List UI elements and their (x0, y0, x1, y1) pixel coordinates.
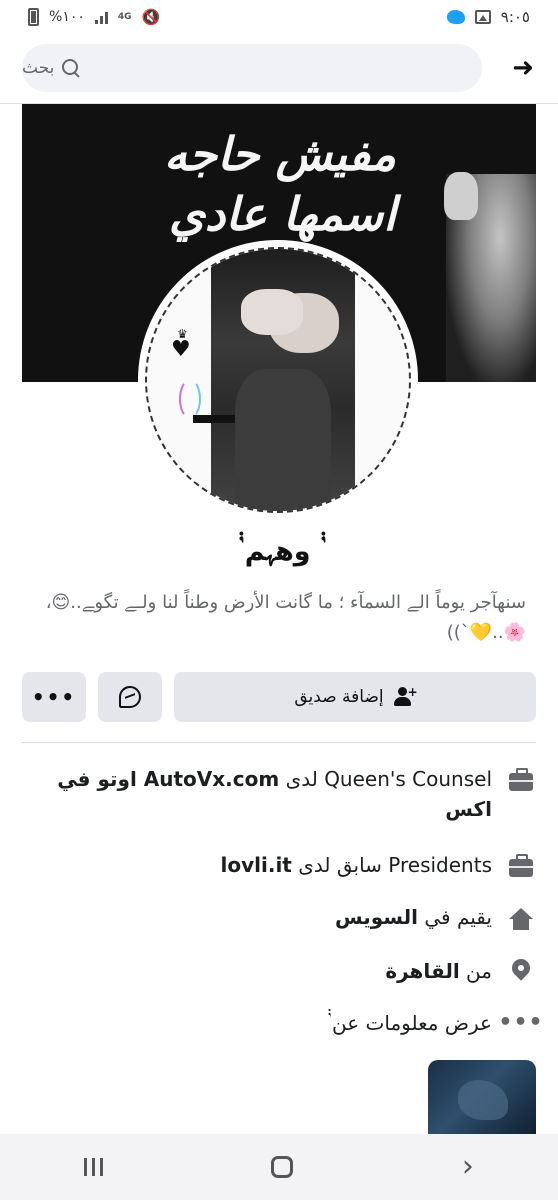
see-about-label: عرض معلومات عن ٰٰ۬۬ (327, 1011, 492, 1035)
info-prefix: يقيم في (418, 905, 492, 929)
status-time: ٩:٠٥ (500, 8, 530, 26)
briefcase-icon (506, 850, 536, 880)
mute-icon: 🔇 (141, 8, 161, 26)
messenger-icon (119, 686, 141, 708)
divider (22, 742, 536, 743)
avatar-hand (241, 289, 303, 335)
recent-apps-icon[interactable] (84, 1158, 104, 1176)
photo-thumbnail[interactable] (428, 1060, 536, 1136)
cover-hand-image (444, 172, 478, 220)
see-about-info-link[interactable]: عرض معلومات عن ٰٰ۬۬ (327, 1008, 492, 1038)
profile-actions: ••• + إضافة صديق (22, 672, 536, 722)
info-text: يقيم في السويس (335, 902, 492, 932)
workplace-link[interactable]: lovli.it (221, 853, 292, 877)
home-icon (506, 902, 536, 932)
system-navigation-bar: › (0, 1134, 558, 1200)
hometown-link[interactable]: القاهرة (385, 959, 459, 983)
info-prefix: من (459, 959, 492, 983)
battery-level: %١٠٠ (49, 9, 85, 25)
info-item-lives-in: يقيم في السويس (22, 902, 536, 932)
home-button-icon[interactable] (271, 1156, 294, 1178)
info-item-from: من القاهرة (22, 956, 536, 986)
back-chevron-icon[interactable]: › (462, 1152, 474, 1182)
info-item-see-about[interactable]: ••• عرض معلومات عن ٰٰ۬۬ (22, 1008, 544, 1038)
profile-bio: سنهآجر يوماً الے السمآء ؛ ما گانت الأرض … (45, 592, 526, 643)
info-item-work-2: Presidents سابق لدى lovli.it (22, 850, 536, 880)
top-bar: بحث ➜ (0, 34, 558, 104)
search-icon (62, 59, 80, 77)
cover-caption-line1: مفيش حاجه (164, 127, 396, 181)
more-dots-icon: ••• (498, 1010, 544, 1035)
status-bar: %١٠٠ 4G 🔇 ٩:٠٥ (0, 0, 558, 34)
status-right: ٩:٠٥ (446, 8, 530, 26)
battery-icon (28, 8, 39, 26)
signal-icon (94, 10, 108, 24)
cover-caption-line2: اسمها عادي (168, 187, 396, 241)
add-friend-label: إضافة صديق (294, 687, 384, 707)
network-type: 4G (117, 11, 132, 22)
more-options-button[interactable]: ••• (22, 672, 86, 722)
profile-picture-frame[interactable]: ♛ ♥ (138, 240, 418, 520)
gallery-notification-icon (474, 10, 491, 24)
redaction-bar (193, 415, 235, 423)
back-arrow-icon[interactable]: ➜ (512, 55, 534, 81)
twitter-notification-icon (446, 10, 465, 24)
info-text: Presidents سابق لدى lovli.it (221, 850, 493, 880)
avatar-hoodie (235, 369, 331, 511)
location-pin-icon (506, 956, 536, 986)
profile-picture[interactable]: ♛ ♥ (145, 247, 411, 513)
add-friend-button[interactable]: + إضافة صديق (174, 672, 536, 722)
add-friend-icon: + (393, 685, 418, 707)
search-input[interactable]: بحث (22, 44, 482, 92)
messenger-button[interactable] (98, 672, 162, 722)
heart-icon: ♥ (171, 337, 191, 362)
info-prefix: Presidents سابق لدى (291, 853, 492, 877)
city-link[interactable]: السويس (335, 905, 418, 929)
info-text: من القاهرة (385, 956, 492, 986)
info-prefix: Queen's Counsel لدى (279, 767, 492, 791)
search-placeholder: بحث (22, 58, 55, 78)
profile-name: ٰٰ۬۬ وهہم ٰٰ۬۬ (237, 536, 320, 567)
swirl-decoration (179, 379, 201, 419)
info-item-work-1: Queen's Counsel لدى AutoVx.com اوتو في ا… (22, 764, 536, 824)
avatar-photo (211, 249, 355, 511)
cover-caption: مفيش حاجه اسمها عادي (164, 124, 396, 244)
more-dots-label: ••• (31, 685, 77, 709)
status-left: %١٠٠ 4G 🔇 (28, 8, 160, 26)
briefcase-icon (506, 764, 536, 794)
info-text: Queen's Counsel لدى AutoVx.com اوتو في ا… (22, 764, 492, 824)
